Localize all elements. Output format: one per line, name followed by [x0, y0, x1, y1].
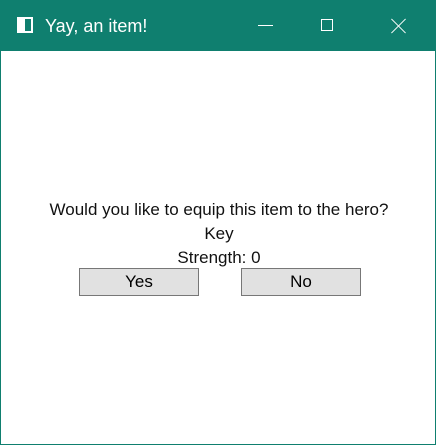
close-icon[interactable] — [375, 1, 421, 51]
item-strength: Strength: 0 — [177, 248, 261, 267]
window-app-icon — [17, 17, 33, 33]
yes-button[interactable]: Yes — [79, 268, 199, 296]
dialog-window: Yay, an item! Would you like to equip th… — [0, 0, 436, 445]
no-button[interactable]: No — [241, 268, 361, 296]
window-title: Yay, an item! — [45, 16, 148, 36]
minimize-icon[interactable] — [243, 1, 289, 51]
item-name: Key — [204, 224, 234, 243]
title-bar[interactable]: Yay, an item! — [1, 1, 435, 51]
equip-question: Would you like to equip this item to the… — [49, 200, 389, 219]
maximize-icon[interactable] — [305, 1, 351, 51]
